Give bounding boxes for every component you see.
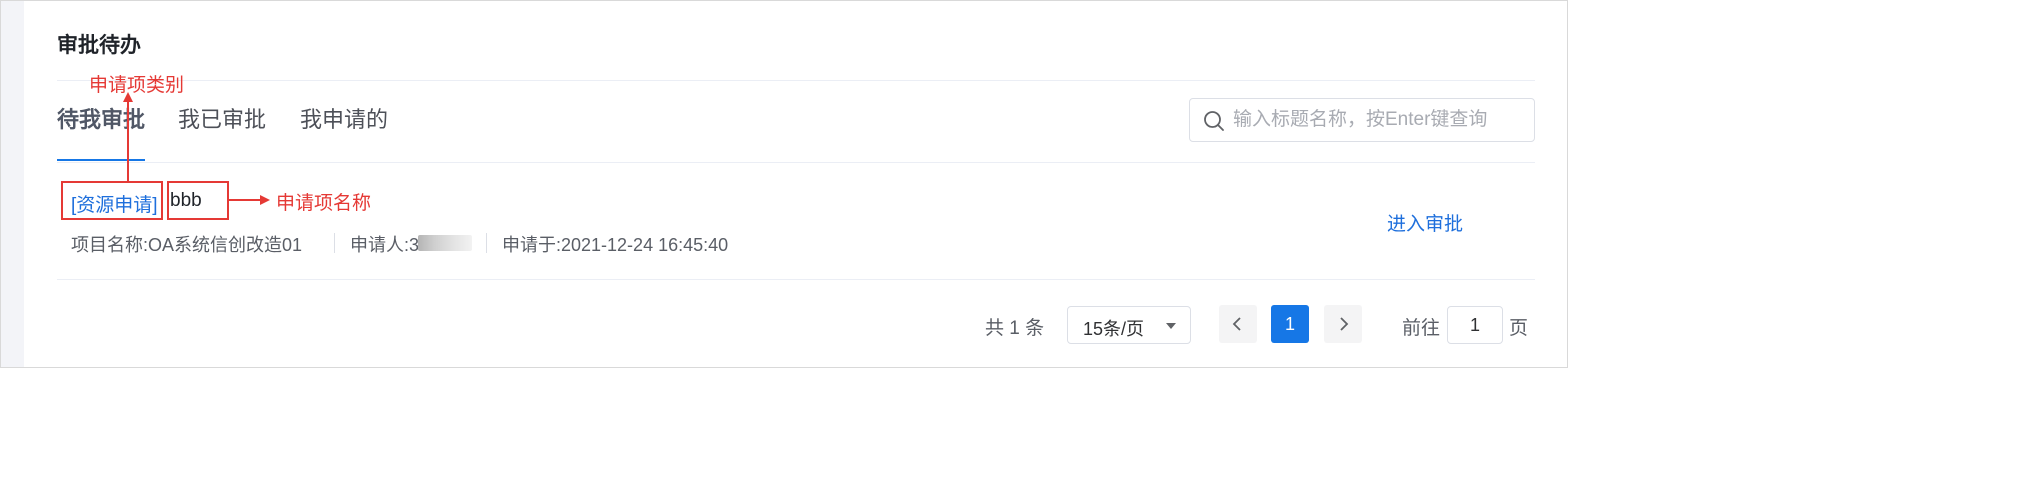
total-count: 共 1 条 <box>985 318 1045 339</box>
tab-approved[interactable]: 我已审批 <box>178 105 266 135</box>
annotation-category-label: 申请项类别 <box>89 75 185 96</box>
left-gutter <box>1 1 24 367</box>
project-name: 项目名称:OA系统信创改造01 <box>71 235 303 255</box>
chevron-right-icon <box>1340 317 1349 331</box>
list-divider <box>57 279 1535 280</box>
tabs-divider <box>57 162 1535 163</box>
page-size-select[interactable]: 15条/页 <box>1067 306 1191 344</box>
applicant-name-redacted <box>418 235 472 251</box>
search-input[interactable] <box>1233 105 1528 135</box>
goto-suffix: 页 <box>1509 318 1529 339</box>
panel-title: 审批待办 <box>57 34 141 57</box>
tab-my-applications[interactable]: 我申请的 <box>300 105 388 135</box>
chevron-left-icon <box>1232 317 1241 331</box>
page-number-current[interactable]: 1 <box>1271 305 1309 343</box>
tab-pending-approval[interactable]: 待我审批 <box>57 105 145 135</box>
annotation-name-label: 申请项名称 <box>276 193 372 214</box>
annotation-category-box <box>61 181 163 220</box>
meta-separator <box>334 233 335 253</box>
applied-time: 申请于:2021-12-24 16:45:40 <box>502 235 729 255</box>
search-box[interactable] <box>1189 98 1535 142</box>
caret-down-icon <box>1166 323 1176 329</box>
enter-approval-link[interactable]: 进入审批 <box>1387 209 1463 236</box>
active-tab-indicator <box>57 159 145 161</box>
goto-page-input[interactable] <box>1447 306 1503 344</box>
meta-separator <box>486 233 487 253</box>
prev-page-button[interactable] <box>1219 305 1257 343</box>
search-icon <box>1204 111 1224 131</box>
title-divider <box>57 80 1535 81</box>
page-size-value: 15条/页 <box>1083 319 1145 339</box>
annotation-name-box <box>167 181 229 220</box>
goto-prefix: 前往 <box>1402 318 1441 339</box>
applicant-label: 申请人:3 <box>350 235 420 255</box>
next-page-button[interactable] <box>1324 305 1362 343</box>
